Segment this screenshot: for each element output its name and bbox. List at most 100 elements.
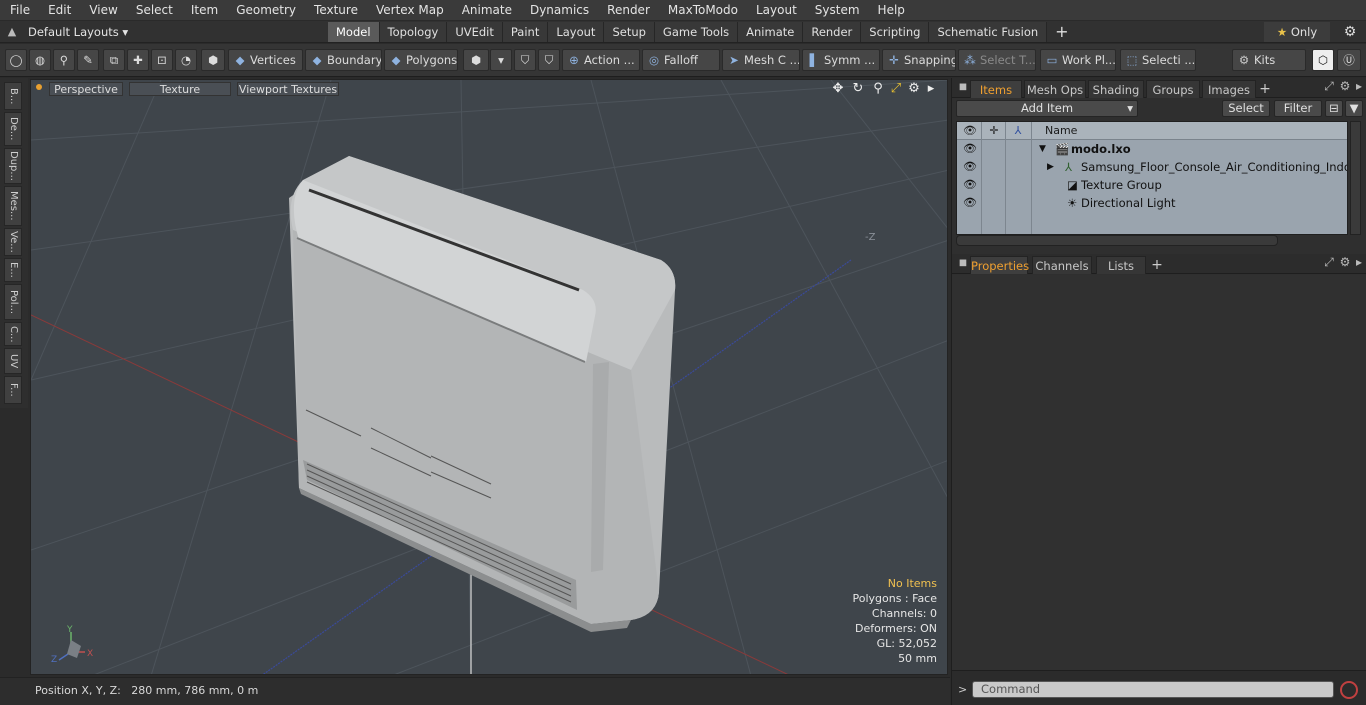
eye-icon[interactable]: 👁 bbox=[963, 140, 977, 158]
selection-sets-button[interactable]: ⬚ Selecti ... bbox=[1120, 49, 1196, 71]
center-icon[interactable]: ✚ bbox=[127, 49, 149, 71]
visibility-header-icon[interactable]: 👁 bbox=[963, 122, 977, 140]
unity-icon[interactable]: ⬡ bbox=[1312, 49, 1334, 71]
filter-button[interactable]: Filter bbox=[1274, 100, 1322, 117]
pen-icon[interactable]: ⚲ bbox=[53, 49, 75, 71]
tab-animate[interactable]: Animate bbox=[738, 22, 804, 42]
panel-gear-icon[interactable]: ⚙ bbox=[1338, 255, 1352, 269]
eye-icon[interactable]: 👁 bbox=[963, 176, 977, 194]
menu-item[interactable]: Item bbox=[182, 3, 227, 17]
mesh-constraint-button[interactable]: ➤ Mesh C ... bbox=[722, 49, 800, 71]
vtab-polygon[interactable]: Pol... bbox=[4, 284, 22, 320]
panel-dot-icon[interactable]: ◾ bbox=[956, 255, 970, 269]
tree-vertical-scrollbar[interactable] bbox=[1350, 121, 1361, 235]
rotate-icon[interactable]: ↻ bbox=[849, 81, 867, 96]
type-header-icon[interactable]: ⅄ bbox=[1011, 122, 1025, 140]
tab-lists[interactable]: Lists bbox=[1096, 256, 1146, 274]
material-icon[interactable]: ⬢ bbox=[463, 49, 489, 71]
add-item-button[interactable]: Add Item ▾ bbox=[956, 100, 1138, 117]
zoom-icon[interactable]: ⚲ bbox=[869, 81, 887, 96]
pan-icon[interactable]: ✥ bbox=[829, 81, 847, 96]
vtab-basic[interactable]: B... bbox=[4, 82, 22, 110]
vtab-duplicate[interactable]: Dup... bbox=[4, 148, 22, 184]
record-icon[interactable] bbox=[1340, 681, 1358, 699]
viewport-dot-icon[interactable] bbox=[36, 84, 42, 90]
gear-icon[interactable]: ⚙ bbox=[1338, 22, 1362, 42]
menu-vertex-map[interactable]: Vertex Map bbox=[367, 3, 453, 17]
expand-icon[interactable]: ⤢ bbox=[1322, 79, 1336, 94]
expand-arrow-icon[interactable]: ▼ bbox=[1039, 140, 1046, 158]
vtab-edge[interactable]: E... bbox=[4, 258, 22, 282]
tab-items[interactable]: Items bbox=[970, 80, 1022, 98]
falloff-button[interactable]: ◎ Falloff bbox=[642, 49, 720, 71]
globe-icon[interactable]: ◍ bbox=[29, 49, 51, 71]
panel-gear-icon[interactable]: ⚙ bbox=[1338, 79, 1352, 93]
vtab-uv[interactable]: UV bbox=[4, 348, 22, 374]
item-mode-icon[interactable]: ⬢ bbox=[201, 49, 225, 71]
circle-select-icon[interactable]: ◯ bbox=[5, 49, 27, 71]
shield-icon[interactable]: ⛉ bbox=[514, 49, 536, 71]
menu-layout[interactable]: Layout bbox=[747, 3, 806, 17]
boundary-button[interactable]: ◆ Boundary bbox=[305, 49, 382, 71]
menu-maxtomodo[interactable]: MaxToModo bbox=[659, 3, 747, 17]
viewport-textures-tab[interactable]: Viewport Textures bbox=[237, 82, 339, 96]
dropdown-arrow-icon[interactable]: ▾ bbox=[490, 49, 512, 71]
collapse-arrow-icon[interactable]: ▶ bbox=[1047, 158, 1054, 176]
pie-icon[interactable]: ◔ bbox=[175, 49, 197, 71]
shield-alt-icon[interactable]: ⛉ bbox=[538, 49, 560, 71]
vtab-vertex[interactable]: Ve... bbox=[4, 228, 22, 256]
eye-icon[interactable]: 👁 bbox=[963, 194, 977, 212]
layout-selector[interactable]: Default Layouts ▾ bbox=[28, 24, 128, 40]
tree-horizontal-scrollbar[interactable] bbox=[956, 235, 1278, 246]
menu-help[interactable]: Help bbox=[869, 3, 914, 17]
tab-shading[interactable]: Shading bbox=[1088, 80, 1144, 98]
kits-button[interactable]: ⚙ Kits bbox=[1232, 49, 1306, 71]
tab-schematic-fusion[interactable]: Schematic Fusion bbox=[929, 22, 1048, 42]
tab-render[interactable]: Render bbox=[803, 22, 862, 42]
viewport-menu-arrow-icon[interactable]: ▸ bbox=[922, 81, 940, 96]
vtab-deform[interactable]: De... bbox=[4, 112, 22, 146]
menu-geometry[interactable]: Geometry bbox=[227, 3, 305, 17]
layout-arrow-icon[interactable]: ▲ bbox=[4, 24, 20, 40]
viewport-gear-icon[interactable]: ⚙ bbox=[905, 81, 923, 96]
tab-images[interactable]: Images bbox=[1202, 80, 1256, 98]
tab-properties[interactable]: Properties bbox=[970, 256, 1029, 274]
menu-view[interactable]: View bbox=[80, 3, 126, 17]
menu-render[interactable]: Render bbox=[598, 3, 659, 17]
action-center-button[interactable]: ⊕ Action ... bbox=[562, 49, 640, 71]
tab-model[interactable]: Model bbox=[328, 22, 380, 42]
vtab-mesh-edit[interactable]: Mes... bbox=[4, 186, 22, 226]
tree-row-texture-group[interactable]: 👁 ◪ Texture Group bbox=[957, 176, 1347, 194]
tree-row-scene[interactable]: 👁 ▼ 🎬 modo.lxo bbox=[957, 140, 1347, 158]
tab-scripting[interactable]: Scripting bbox=[861, 22, 930, 42]
panel-arrow-icon[interactable]: ▸ bbox=[1352, 255, 1366, 269]
menu-edit[interactable]: Edit bbox=[39, 3, 80, 17]
add-panel-tab-button[interactable]: + bbox=[1258, 80, 1272, 98]
polygons-button[interactable]: ◆ Polygons bbox=[384, 49, 458, 71]
transform-icon[interactable]: ⧉ bbox=[103, 49, 125, 71]
name-column-header[interactable]: Name bbox=[1045, 122, 1077, 140]
symmetry-button[interactable]: ▌ Symm ... bbox=[802, 49, 880, 71]
collapse-icon[interactable]: ⊟ bbox=[1325, 100, 1343, 117]
square-circle-icon[interactable]: ⊡ bbox=[151, 49, 173, 71]
tree-row-mesh[interactable]: 👁 ▶ ⅄ Samsung_Floor_Console_Air_Conditio… bbox=[957, 158, 1347, 176]
only-toggle[interactable]: ★ Only bbox=[1264, 22, 1330, 42]
tab-layout[interactable]: Layout bbox=[548, 22, 605, 42]
expand-icon[interactable]: ⤢ bbox=[1322, 255, 1336, 270]
menu-file[interactable]: File bbox=[0, 3, 39, 17]
command-input[interactable]: Command bbox=[972, 681, 1334, 698]
eye-icon[interactable]: 👁 bbox=[963, 158, 977, 176]
perspective-tab[interactable]: Perspective bbox=[49, 82, 123, 96]
menu-texture[interactable]: Texture bbox=[305, 3, 367, 17]
tab-mesh-ops[interactable]: Mesh Ops bbox=[1024, 80, 1086, 98]
tab-paint[interactable]: Paint bbox=[502, 22, 549, 42]
tab-groups[interactable]: Groups bbox=[1146, 80, 1200, 98]
texture-tab[interactable]: Texture bbox=[129, 82, 231, 96]
menu-system[interactable]: System bbox=[806, 3, 869, 17]
vertices-button[interactable]: ◆ Vertices bbox=[228, 49, 303, 71]
select-through-button[interactable]: ⁂ Select T... bbox=[958, 49, 1036, 71]
select-button[interactable]: Select bbox=[1222, 100, 1270, 117]
snapping-button[interactable]: ✛ Snapping bbox=[882, 49, 956, 71]
tab-game-tools[interactable]: Game Tools bbox=[654, 22, 739, 42]
menu-dynamics[interactable]: Dynamics bbox=[521, 3, 598, 17]
